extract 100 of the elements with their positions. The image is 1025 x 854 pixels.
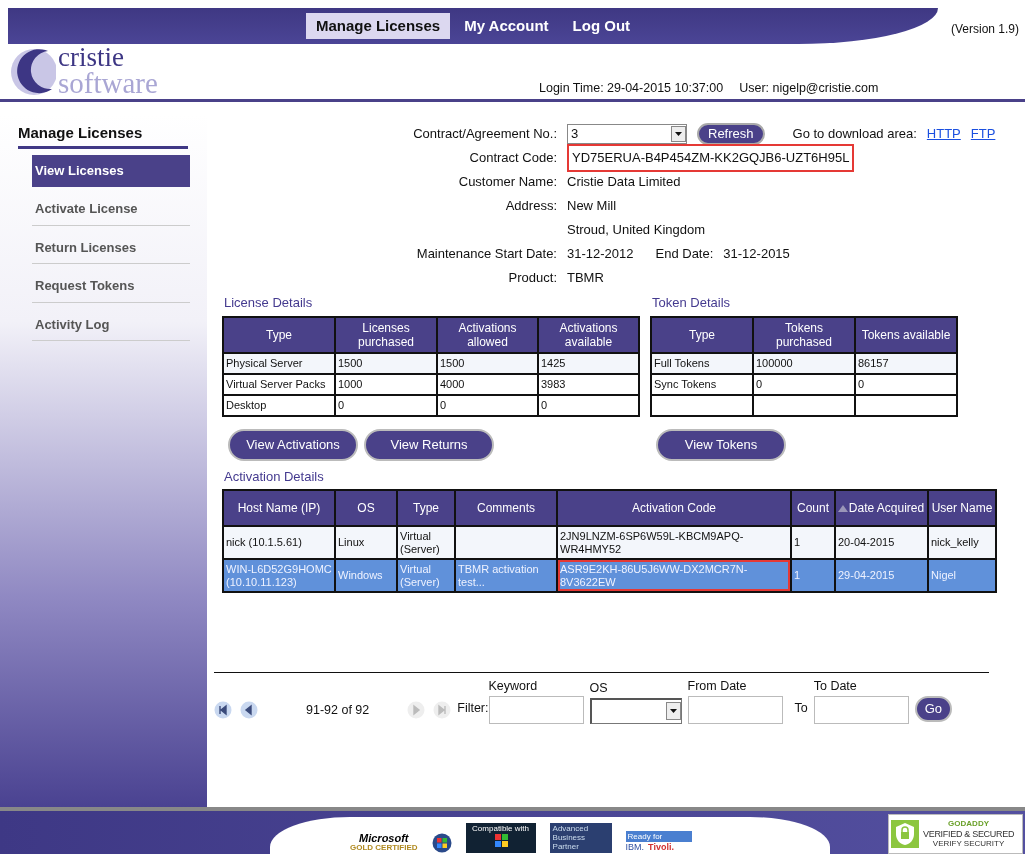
field-label: Maintenance Start Date: [415,245,558,263]
sidebar-item[interactable]: Request Tokens [32,270,190,303]
section-title: License Details [224,294,314,312]
filter-label: Filter: [457,700,489,717]
column-header: Activations allowed [437,316,538,353]
badge-text: IBM. [625,842,645,853]
column-header: Activation Code [557,490,791,526]
column-header: Host Name (IP) [223,490,335,526]
column-header: Type [223,316,335,353]
badge-text: Compatible with [472,824,529,833]
field-label: Contract Code: [468,149,558,167]
filter-input[interactable] [687,695,783,724]
login-time: Login Time: 29-04-2015 10:37:00 [539,80,724,97]
table-cell: Sync Tokens [651,373,753,395]
badge-text: Partner [552,842,580,851]
version-text: (Version 1.9) [950,21,1019,38]
column-header-text: Date Acquired [848,501,925,515]
nav-tab[interactable]: Manage Licenses [305,12,451,40]
filter-input[interactable] [488,695,584,724]
field-label: Address: [504,197,558,215]
badge-text: Advanced [552,824,590,833]
field-value: Stroud, United Kingdom [567,221,706,239]
badge-text: Ready for [625,831,692,842]
field-value: New Mill [567,197,617,215]
badge-text: Business [552,833,587,842]
column-header: Comments [455,490,557,526]
sidebar-item[interactable]: Activity Log [32,308,190,341]
sidebar-title: Manage Licenses [18,122,188,149]
download-link[interactable]: HTTP [926,122,961,146]
table-cell: Nigel [928,559,996,592]
logo-text: cristie [58,45,125,70]
certification-text: GOLD CERTIFIED [350,843,418,853]
column-header: Licenses purchased [335,316,437,353]
field-label: To [794,700,808,717]
nav-tab[interactable]: My Account [454,12,559,40]
table-cell: TBMR activation test... [455,559,557,592]
column-header: Count [791,490,835,526]
table-cell: 2JN9LNZM-6SP6W59L-KBCM9APQ-WR4HMY52 [557,526,791,559]
download-link[interactable]: FTP [970,122,996,146]
field-value: 31-12-2012 [567,245,634,263]
table-cell: Physical Server [223,352,335,374]
contract-select[interactable]: 3 [567,124,687,144]
table-cell: 1 [791,526,835,559]
table-cell: nick (10.1.5.61) [223,526,335,559]
table-cell: Linux [335,526,397,559]
table-row[interactable]: nick (10.1.5.61) Linux Virtual (Server) 2JN9LNZM-6SP6W59L-KBCM9APQ-WR4HMY52 1 20-04-2015 nick_kelly [223,526,996,559]
table-cell: 0 [437,394,538,416]
table-cell: nick_kelly [928,526,996,559]
field-label: Customer Name: [457,173,558,191]
column-header: Activations available [538,316,639,353]
windows-logo-icon [431,833,452,853]
column-header: Tokens purchased [753,316,855,353]
column-header: Tokens available [855,316,957,353]
sidebar-item[interactable]: Activate License [32,193,190,226]
field-label: Keyword [488,678,539,695]
field-label: OS [589,680,609,697]
column-header: OS [335,490,397,526]
table-cell: WIN-L6D52G9HOMC (10.10.11.123) [223,559,335,592]
view-button[interactable]: View Activations [228,428,358,461]
go-button[interactable]: Go [914,695,953,722]
sort-arrow-icon [838,504,848,512]
field-value: YD75ERUA-B4P454ZM-KK2GQJB6-UZT6H95L [567,144,855,172]
filter-input[interactable] [813,695,909,724]
field-label: Product: [507,269,558,287]
view-button[interactable]: View Tokens [656,428,786,461]
column-header: Type [397,490,455,526]
sidebar-item[interactable]: Return Licenses [32,231,190,264]
table-cell: ASR9E2KH-86U5J6WW-DX2MCR7N-8V3622EW [557,559,791,592]
logo-text: software [58,70,158,97]
microsoft-logo-text: Microsoft [359,834,409,843]
table-cell: 1 [791,559,835,592]
field-label: End Date: [655,245,714,263]
view-button[interactable]: View Returns [364,428,494,461]
field-label: To Date [813,678,858,695]
table-cell: 0 [753,373,855,395]
page-range: 91-92 of 92 [306,702,370,719]
table-cell: 0 [335,394,437,416]
table-cell: Full Tokens [651,352,753,374]
field-value: Cristie Data Limited [567,173,681,191]
field-value: 31-12-2015 [723,245,790,263]
user-text: User: nigelp@cristie.com [739,80,879,97]
first-page-icon[interactable] [214,701,232,720]
windows-logo-icon [493,833,508,847]
refresh-button[interactable]: Refresh [697,123,765,145]
table-cell: 1000 [335,373,437,395]
table-cell: 0 [855,373,957,395]
table-cell: 0 [538,394,639,416]
field-label: From Date [687,678,748,695]
seal-text: VERIFY SECURITY [932,839,1005,849]
os-select[interactable] [589,697,682,724]
table-cell: Desktop [223,394,335,416]
seal-text: GODADDY [948,819,989,829]
column-header: Type [651,316,753,353]
sidebar-item[interactable]: View Licenses [32,154,190,187]
table-cell: 20-04-2015 [835,526,928,559]
lock-shield-icon [891,820,919,848]
table-cell: Windows [335,559,397,592]
prev-page-icon[interactable] [240,701,258,720]
nav-tab[interactable]: Log Out [562,12,641,40]
section-title: Token Details [652,294,732,312]
